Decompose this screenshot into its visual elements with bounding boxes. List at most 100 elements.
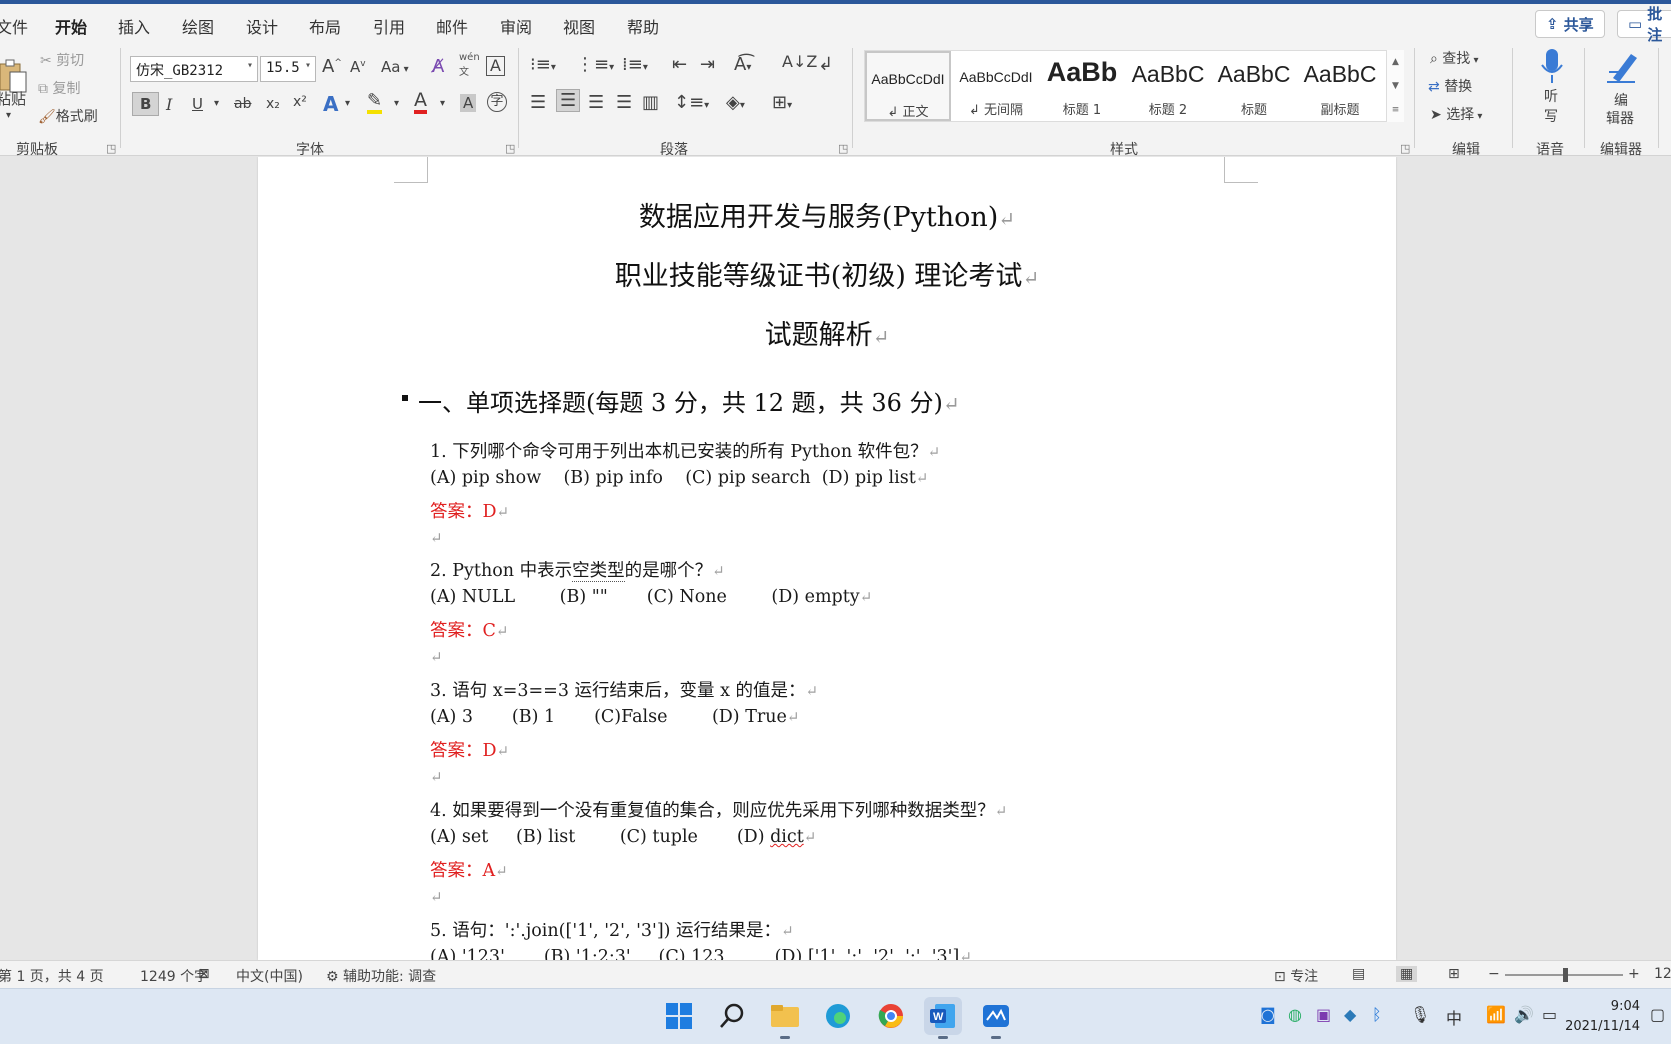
ime-indicator[interactable]: 中: [1446, 1005, 1462, 1029]
strikethrough-button[interactable]: ab: [234, 96, 251, 112]
gallery-scroll-down-icon[interactable]: ▼: [1386, 74, 1404, 98]
tray-whiteboard-icon[interactable]: ◙: [1260, 1005, 1276, 1024]
tab-review[interactable]: 审阅: [500, 14, 532, 38]
italic-button[interactable]: I: [166, 95, 172, 114]
word-button[interactable]: W: [924, 997, 962, 1039]
microphone-tray-icon[interactable]: 🎙: [1410, 1005, 1430, 1024]
format-painter-button[interactable]: 🖌格式刷: [38, 106, 98, 126]
question-5-options[interactable]: (A) '123' (B) '1:2:3' (C) 123 (D) ['1', …: [430, 947, 972, 960]
proofing-icon[interactable]: ⊠: [198, 966, 210, 982]
doc-title-line-1[interactable]: 数据应用开发与服务(Python)↵: [258, 195, 1396, 234]
tab-view[interactable]: 视图: [563, 14, 595, 38]
search-button[interactable]: [713, 997, 751, 1035]
phonetic-guide-icon[interactable]: wén 文: [459, 52, 480, 78]
zoom-in-icon[interactable]: +: [1628, 966, 1640, 982]
zoom-out-icon[interactable]: −: [1488, 966, 1500, 982]
tab-file[interactable]: 文件: [0, 14, 28, 38]
tab-references[interactable]: 引用: [373, 14, 405, 38]
zoom-slider-thumb[interactable]: [1563, 968, 1568, 982]
font-color-icon[interactable]: A: [414, 90, 427, 114]
shrink-font-icon[interactable]: Av: [350, 58, 366, 76]
align-left-icon[interactable]: ☰: [530, 92, 546, 113]
style-title[interactable]: AaBbC 标题: [1211, 51, 1297, 121]
style-no-spacing[interactable]: AaBbCcDdI ↲ 无间隔: [953, 51, 1039, 121]
comments-button[interactable]: ▭ 批注: [1617, 5, 1671, 44]
align-right-icon[interactable]: ☰: [588, 92, 604, 113]
empty-paragraph[interactable]: ↵: [430, 647, 443, 667]
cut-button[interactable]: ✂ 剪切: [40, 50, 84, 70]
language-indicator[interactable]: 中文(中国): [236, 966, 303, 986]
tab-layout[interactable]: 布局: [309, 14, 341, 38]
web-layout-icon[interactable]: ⊞: [1448, 966, 1460, 982]
doc-title-line-2[interactable]: 职业技能等级证书(初级) 理论考试↵: [258, 254, 1396, 293]
decrease-indent-icon[interactable]: ⇤: [672, 54, 687, 75]
highlight-icon[interactable]: ✎: [367, 92, 383, 114]
font-launcher-icon[interactable]: ◳: [505, 142, 515, 155]
chrome-button[interactable]: [872, 997, 910, 1035]
bold-button[interactable]: B: [132, 92, 160, 116]
clear-format-icon[interactable]: A̸: [432, 56, 444, 77]
superscript-button[interactable]: x²: [293, 94, 307, 110]
tab-help[interactable]: 帮助: [627, 14, 659, 38]
question-3-options[interactable]: (A) 3 (B) 1 (C)False (D) True↵: [430, 707, 799, 727]
notification-icon[interactable]: ▢: [1650, 1005, 1665, 1024]
question-3-answer[interactable]: 答案：D↵: [430, 737, 509, 762]
style-normal[interactable]: AaBbCcDdI ↲ 正文: [865, 51, 951, 121]
subscript-button[interactable]: x₂: [266, 96, 280, 112]
borders-icon[interactable]: ⊞▾: [772, 92, 792, 113]
replace-button[interactable]: ⇄ 替换: [1428, 76, 1472, 96]
editor-button[interactable]: [1600, 46, 1644, 86]
find-button[interactable]: ⌕ 查找 ▾: [1430, 48, 1479, 68]
bluetooth-icon[interactable]: ᛒ: [1372, 1005, 1382, 1024]
dictate-button[interactable]: [1530, 46, 1574, 86]
document-page[interactable]: 数据应用开发与服务(Python)↵ 职业技能等级证书(初级) 理论考试↵ 试题…: [258, 157, 1396, 960]
volume-icon[interactable]: 🔊: [1514, 1005, 1534, 1024]
text-direction-icon[interactable]: A͡▾: [734, 54, 751, 75]
styles-launcher-icon[interactable]: ◳: [1400, 142, 1410, 155]
enclose-char-icon[interactable]: 字: [487, 92, 507, 112]
tab-home[interactable]: 开始: [55, 14, 88, 45]
question-3[interactable]: 3. 语句 x=3==3 运行结束后，变量 x 的值是：↵: [430, 677, 818, 702]
chevron-down-icon[interactable]: ▾: [440, 98, 445, 109]
whiteboard-button[interactable]: [977, 997, 1015, 1039]
tray-wechat-icon[interactable]: ◍: [1288, 1005, 1302, 1024]
line-spacing-icon[interactable]: ↕≡▾: [674, 92, 709, 113]
chevron-down-icon[interactable]: ▾: [345, 98, 350, 109]
chevron-down-icon[interactable]: ▾: [394, 98, 399, 109]
tab-draw[interactable]: 绘图: [182, 14, 214, 38]
tray-security-icon[interactable]: ◆: [1344, 1005, 1356, 1024]
document-area[interactable]: 数据应用开发与服务(Python)↵ 职业技能等级证书(初级) 理论考试↵ 试题…: [0, 157, 1671, 960]
start-button[interactable]: [660, 997, 698, 1035]
question-1-options[interactable]: (A) pip show (B) pip info (C) pip search…: [430, 468, 928, 488]
print-layout-icon[interactable]: ▦: [1396, 966, 1418, 982]
gallery-expand-icon[interactable]: ≡: [1386, 98, 1404, 122]
tab-insert[interactable]: 插入: [118, 14, 150, 38]
empty-paragraph[interactable]: ↵: [430, 528, 443, 548]
focus-mode-button[interactable]: ⊡ 专注: [1274, 966, 1318, 986]
underline-dropdown-icon[interactable]: ▾: [214, 98, 219, 109]
paragraph-launcher-icon[interactable]: ◳: [838, 142, 848, 155]
show-marks-icon[interactable]: ↲: [818, 54, 833, 75]
page-count[interactable]: 第 1 页，共 4 页: [0, 966, 104, 986]
multilevel-list-icon[interactable]: ⁞≡▾: [622, 54, 648, 75]
accessibility-indicator[interactable]: ⚙ 辅助功能: 调查: [326, 966, 436, 986]
system-clock[interactable]: 9:04 2021/11/14: [1560, 997, 1640, 1037]
question-4-options[interactable]: (A) set (B) list (C) tuple (D) dict↵: [430, 827, 816, 847]
wifi-icon[interactable]: 📶: [1486, 1005, 1506, 1024]
change-case-button[interactable]: Aa ▾: [381, 58, 409, 76]
tray-onenote-icon[interactable]: ▣: [1316, 1005, 1331, 1024]
increase-indent-icon[interactable]: ⇥: [700, 54, 715, 75]
sort-icon[interactable]: A↓Z: [782, 52, 817, 71]
style-heading-1[interactable]: AaBb 标题 1: [1039, 51, 1125, 121]
section-heading[interactable]: 一、单项选择题(每题 3 分，共 12 题，共 36 分)↵: [402, 383, 960, 418]
question-5[interactable]: 5. 语句：':'.join(['1', '2', '3']) 运行结果是：↵: [430, 917, 794, 942]
clipboard-launcher-icon[interactable]: ◳: [106, 142, 116, 155]
question-2[interactable]: 2. Python 中表示空类型的是哪个？↵: [430, 557, 725, 582]
numbering-icon[interactable]: ⋮≡▾: [576, 54, 614, 75]
question-2-options[interactable]: (A) NULL (B) "" (C) None (D) empty↵: [430, 587, 872, 607]
doc-title-line-3[interactable]: 试题解析↵: [258, 313, 1396, 352]
char-border-icon[interactable]: A: [486, 56, 505, 76]
zoom-slider[interactable]: [1505, 968, 1623, 982]
copy-button[interactable]: ⧉ 复制: [38, 78, 80, 98]
question-1-answer[interactable]: 答案：D↵: [430, 498, 509, 523]
